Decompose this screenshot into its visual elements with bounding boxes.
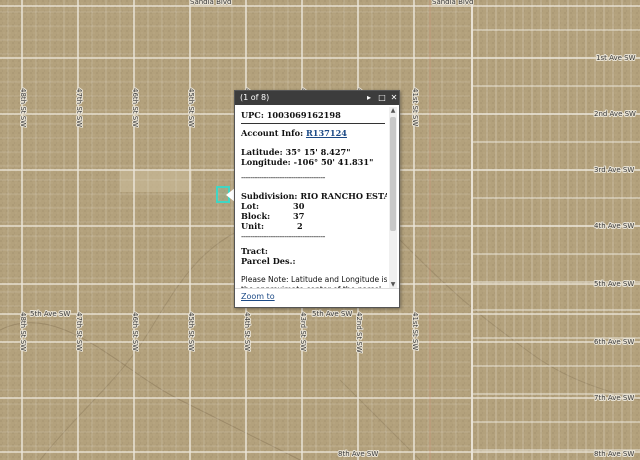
lot-row: Lot: 30	[241, 201, 387, 211]
popup-count: (1 of 8)	[240, 93, 270, 102]
street-label-vertical: 44th St SW	[243, 312, 251, 351]
scroll-up-icon[interactable]: ▲	[389, 107, 397, 115]
street-label-vertical: 47th St SW	[75, 312, 83, 351]
lot-value: 30	[293, 201, 305, 211]
street-label-vertical: 48th St SW	[19, 88, 27, 127]
cleared-lot	[120, 170, 192, 192]
popup-header: (1 of 8) ▸ □ ✕	[235, 91, 399, 105]
street-label-vertical: 46th St SW	[131, 312, 139, 351]
tract-label: Tract:	[241, 246, 268, 256]
subdivision-row: Subdivision: RIO RANCHO ESTATES	[241, 191, 387, 201]
street-label-horizontal: 2nd Ave SW	[594, 110, 636, 118]
street-label-vertical: 45th St SW	[187, 88, 195, 127]
subdivision-value: RIO RANCHO ESTATES	[300, 191, 387, 201]
upc-label: UPC:	[241, 110, 264, 120]
street-label-vertical: 48th St SW	[19, 312, 27, 351]
latitude-label: Latitude:	[241, 147, 283, 157]
longitude-value: -106° 50' 41.831"	[293, 157, 374, 167]
street-label-vertical: 46th St SW	[131, 88, 139, 127]
block-value: 37	[293, 211, 305, 221]
street-label-horizontal: 1st Ave SW	[596, 54, 636, 62]
block-label: Block:	[241, 211, 271, 221]
street-label-vertical: 45th St SW	[187, 312, 195, 351]
unit-value: 2	[297, 221, 303, 231]
longitude-row: Longitude: -106° 50' 41.831"	[241, 157, 387, 167]
lot-label: Lot:	[241, 201, 260, 211]
subdivision-label: Subdivision:	[241, 191, 298, 201]
account-row: Account Info: R137124	[241, 128, 387, 138]
street-label-vertical: 42nd St SW	[355, 312, 363, 353]
block-row: Block: 37	[241, 211, 387, 221]
popup-footer: Zoom to	[235, 288, 399, 307]
street-label-horizontal: 3rd Ave SW	[594, 166, 634, 174]
street-label-vertical: 47th St SW	[75, 88, 83, 127]
close-icon[interactable]: ✕	[389, 93, 399, 103]
unit-label: Unit:	[241, 221, 265, 231]
street-label-horizontal: 5th Ave SW	[594, 280, 634, 288]
popup-scrollbar[interactable]: ▲ ▼	[389, 107, 397, 289]
street-label-horizontal: 8th Ave SW	[338, 450, 378, 458]
account-label: Account Info:	[241, 128, 304, 138]
street-label-horizontal: 4th Ave SW	[594, 222, 634, 230]
street-label-vertical: 43rd St SW	[299, 312, 307, 351]
parcel-info-popup: (1 of 8) ▸ □ ✕ UPC: 1003069162198 Accoun…	[234, 90, 400, 308]
scroll-thumb[interactable]	[390, 117, 396, 231]
separator: -------------------------------------	[241, 172, 325, 182]
street-label-horizontal: 8th Ave SW	[594, 450, 634, 458]
upc-value: 1003069162198	[266, 110, 341, 120]
zoom-to-link[interactable]: Zoom to	[241, 292, 275, 301]
upc-row: UPC: 1003069162198	[241, 110, 387, 120]
street-label-horizontal: Sandia Blvd	[190, 0, 231, 6]
street-label-horizontal: 5th Ave SW	[312, 310, 352, 318]
street-label-horizontal: 6th Ave SW	[594, 338, 634, 346]
latitude-row: Latitude: 35° 15' 8.427"	[241, 147, 387, 157]
coordinates-note: Please Note: Latitude and Longitude is t…	[241, 275, 387, 289]
street-label-vertical: 41st St SW	[411, 88, 419, 126]
longitude-label: Longitude:	[241, 157, 291, 167]
street-label-horizontal: Sandia Blvd	[432, 0, 473, 6]
street-label-horizontal: 5th Ave SW	[30, 310, 70, 318]
separator: -------------------------------------	[241, 231, 325, 241]
account-link[interactable]: R137124	[306, 128, 347, 138]
maximize-icon[interactable]: □	[377, 93, 387, 103]
parcel-des-label: Parcel Des.:	[241, 256, 296, 266]
street-label-horizontal: 7th Ave SW	[594, 394, 634, 402]
unit-row: Unit: 2	[241, 221, 387, 231]
street-label-vertical: 41st St SW	[411, 312, 419, 350]
popup-content[interactable]: UPC: 1003069162198 Account Info: R137124…	[235, 105, 387, 289]
latitude-value: 35° 15' 8.427"	[285, 147, 351, 157]
divider	[241, 123, 385, 124]
next-feature-icon[interactable]: ▸	[364, 93, 374, 103]
